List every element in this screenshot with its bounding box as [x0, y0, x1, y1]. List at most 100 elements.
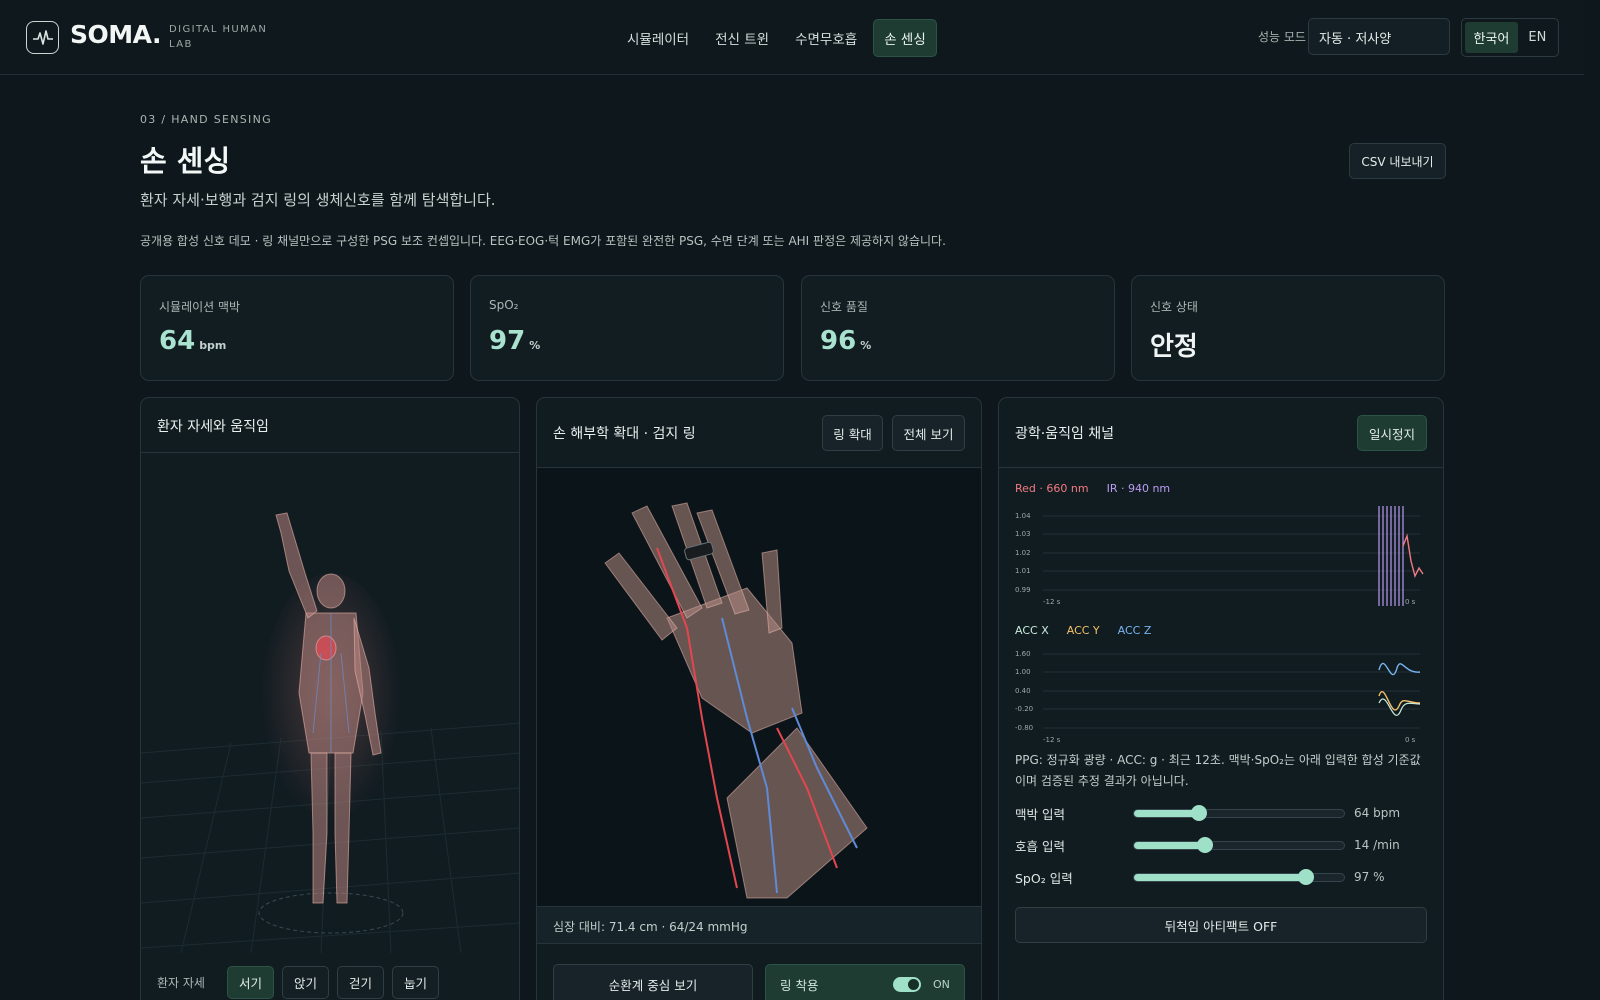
ppg-legend: Red · 660 nm IR · 940 nm: [1015, 482, 1170, 495]
floor-ring: [258, 892, 404, 934]
ppg-tick: 1.03: [1015, 530, 1031, 538]
stat-label: SpO₂: [489, 298, 519, 312]
nav-body-twin[interactable]: 전신 트윈: [705, 19, 779, 57]
ppg-tick: 1.04: [1015, 512, 1031, 520]
spo2-unit: %: [529, 339, 541, 352]
respiration-input-slider[interactable]: 호흡 입력 14 /min: [1015, 835, 1425, 855]
body-3d-viewport[interactable]: [141, 453, 520, 953]
posture-controls: 환자 자세 서기 앉기 걷기 눕기: [157, 966, 440, 999]
panel-header: 손 해부학 확대 · 검지 링 링 확대 전체 보기: [537, 398, 981, 468]
ppg-tick: 1.02: [1015, 549, 1031, 557]
acc-chart: 1.60 1.00 0.40 -0.20 -0.80 -12 s 0 s: [1015, 648, 1427, 752]
slider-track[interactable]: [1133, 836, 1345, 853]
hand-footer-bar: 심장 대비: 71.4 cm · 64/24 mmHg: [537, 906, 981, 944]
legend-acc-z: ACC Z: [1117, 624, 1152, 637]
stat-label: 시뮬레이션 맥박: [159, 300, 241, 314]
channels-panel: 광학·움직임 채널 일시정지 Red · 660 nm IR · 940 nm …: [998, 397, 1444, 1000]
legend-red: Red · 660 nm: [1015, 482, 1089, 495]
heart-relative-readout: 심장 대비: 71.4 cm · 64/24 mmHg: [553, 920, 748, 934]
main-nav: 시뮬레이터 전신 트윈 수면무호흡 손 센싱: [617, 19, 937, 57]
lang-english-button[interactable]: EN: [1520, 22, 1555, 53]
nav-sleep-apnea[interactable]: 수면무호흡: [785, 19, 867, 57]
posture-stand-button[interactable]: 서기: [226, 966, 274, 999]
top-header: SOMA. DIGITAL HUMAN LAB 시뮬레이터 전신 트윈 수면무호…: [0, 0, 1584, 75]
full-view-button[interactable]: 전체 보기: [892, 415, 965, 451]
hand-panel: 손 해부학 확대 · 검지 링 링 확대 전체 보기 심장 대비: 71.4 c…: [536, 397, 982, 1000]
acc-tick: -0.80: [1015, 724, 1034, 732]
slider-label: 호흡 입력: [1015, 838, 1065, 854]
brand-subtitle: DIGITAL HUMAN LAB: [169, 24, 268, 50]
pulse-value: 64: [159, 326, 196, 356]
slider-track[interactable]: [1133, 868, 1345, 885]
stat-card-spo2: SpO₂ 97%: [470, 275, 784, 381]
ir-waveform: [1378, 506, 1404, 606]
acc-x-end: 0 s: [1405, 736, 1416, 744]
ring-wear-state: ON: [933, 978, 950, 991]
brand-name[interactable]: SOMA.: [70, 20, 161, 49]
red-waveform: [1402, 533, 1424, 578]
disclaimer-note: 공개용 합성 신호 데모 · 링 채널만으로 구성한 PSG 보조 컨셉입니다.…: [140, 234, 946, 248]
pulse-unit: bpm: [199, 339, 227, 352]
quality-value: 96: [820, 326, 857, 356]
motion-artifact-toggle[interactable]: 뒤척임 아티팩트 OFF: [1015, 907, 1427, 943]
stat-value: 97%: [489, 326, 540, 356]
slider-thumb[interactable]: [1191, 804, 1208, 821]
stat-card-pulse: 시뮬레이션 맥박 64 bpm: [140, 275, 454, 381]
page-title: 손 센싱: [140, 144, 231, 178]
human-body-figure: [261, 512, 401, 904]
posture-walk-button[interactable]: 걷기: [337, 966, 385, 999]
slider-thumb[interactable]: [1298, 868, 1315, 885]
slider-thumb[interactable]: [1197, 836, 1214, 853]
posture-lie-button[interactable]: 눕기: [392, 966, 440, 999]
slider-value: 14 /min: [1354, 838, 1400, 852]
panel-title: 환자 자세와 움직임: [157, 419, 269, 435]
posture-panel: 환자 자세와 움직임 환자 자세 서기 앉기 걷기 눕기: [140, 397, 520, 1000]
section-breadcrumb: 03 / HAND SENSING: [140, 113, 272, 126]
acc-z-waveform: [1378, 662, 1421, 676]
pause-button[interactable]: 일시정지: [1357, 415, 1427, 451]
language-toggle: 한국어 EN: [1461, 18, 1559, 57]
nav-simulator[interactable]: 시뮬레이터: [617, 19, 699, 57]
legend-acc-y: ACC Y: [1066, 624, 1100, 637]
ppg-x-start: -12 s: [1043, 598, 1061, 606]
pulse-input-slider[interactable]: 맥박 입력 64 bpm: [1015, 803, 1425, 823]
panel-title: 광학·움직임 채널: [1015, 426, 1115, 442]
csv-export-button[interactable]: CSV 내보내기: [1349, 143, 1446, 179]
ppg-chart: 1.04 1.03 1.02 1.01 0.99 -12 s 0 s: [1015, 506, 1427, 614]
slider-fill: [1134, 809, 1200, 817]
acc-legend: ACC X ACC Y ACC Z: [1015, 624, 1151, 637]
slider-value: 97 %: [1354, 870, 1385, 884]
slider-fill: [1134, 873, 1307, 881]
stat-label: 신호 상태: [1150, 300, 1198, 314]
ring-wear-label: 링 착용: [780, 977, 819, 993]
slider-fill: [1134, 841, 1206, 849]
acc-x-waveform: [1378, 698, 1421, 716]
hand-3d-viewport[interactable]: [537, 468, 982, 906]
slider-label: SpO₂ 입력: [1015, 870, 1073, 886]
acc-tick: 0.40: [1015, 687, 1031, 695]
acc-tick: 1.00: [1015, 668, 1031, 676]
ppg-x-end: 0 s: [1405, 598, 1416, 606]
pulse-logo-icon: [26, 21, 59, 54]
posture-sit-button[interactable]: 앉기: [282, 966, 330, 999]
toggle-switch-icon: [893, 977, 921, 992]
stat-value: 64 bpm: [159, 326, 226, 356]
stat-card-quality: 신호 품질 96%: [801, 275, 1115, 381]
ring-wear-toggle[interactable]: 링 착용 ON: [765, 964, 965, 1000]
slider-label: 맥박 입력: [1015, 806, 1065, 822]
panel-title: 손 해부학 확대 · 검지 링: [553, 426, 696, 442]
slider-track[interactable]: [1133, 804, 1345, 821]
lang-korean-button[interactable]: 한국어: [1465, 22, 1518, 53]
panel-header: 환자 자세와 움직임: [141, 398, 519, 453]
spo2-value: 97: [489, 326, 526, 356]
posture-label: 환자 자세: [157, 976, 205, 990]
panel-header: 광학·움직임 채널 일시정지: [999, 398, 1443, 468]
spo2-input-slider[interactable]: SpO₂ 입력 97 %: [1015, 867, 1425, 887]
acc-tick: 1.60: [1015, 650, 1031, 658]
performance-mode-select[interactable]: 자동 · 저사양: [1308, 18, 1450, 55]
nav-hand-sensing[interactable]: 손 센싱: [873, 19, 937, 57]
ring-zoom-button[interactable]: 링 확대: [822, 415, 883, 451]
circulation-view-button[interactable]: 순환계 중심 보기: [553, 964, 753, 1000]
stat-label: 신호 품질: [820, 300, 868, 314]
stat-card-status: 신호 상태 안정: [1131, 275, 1445, 381]
